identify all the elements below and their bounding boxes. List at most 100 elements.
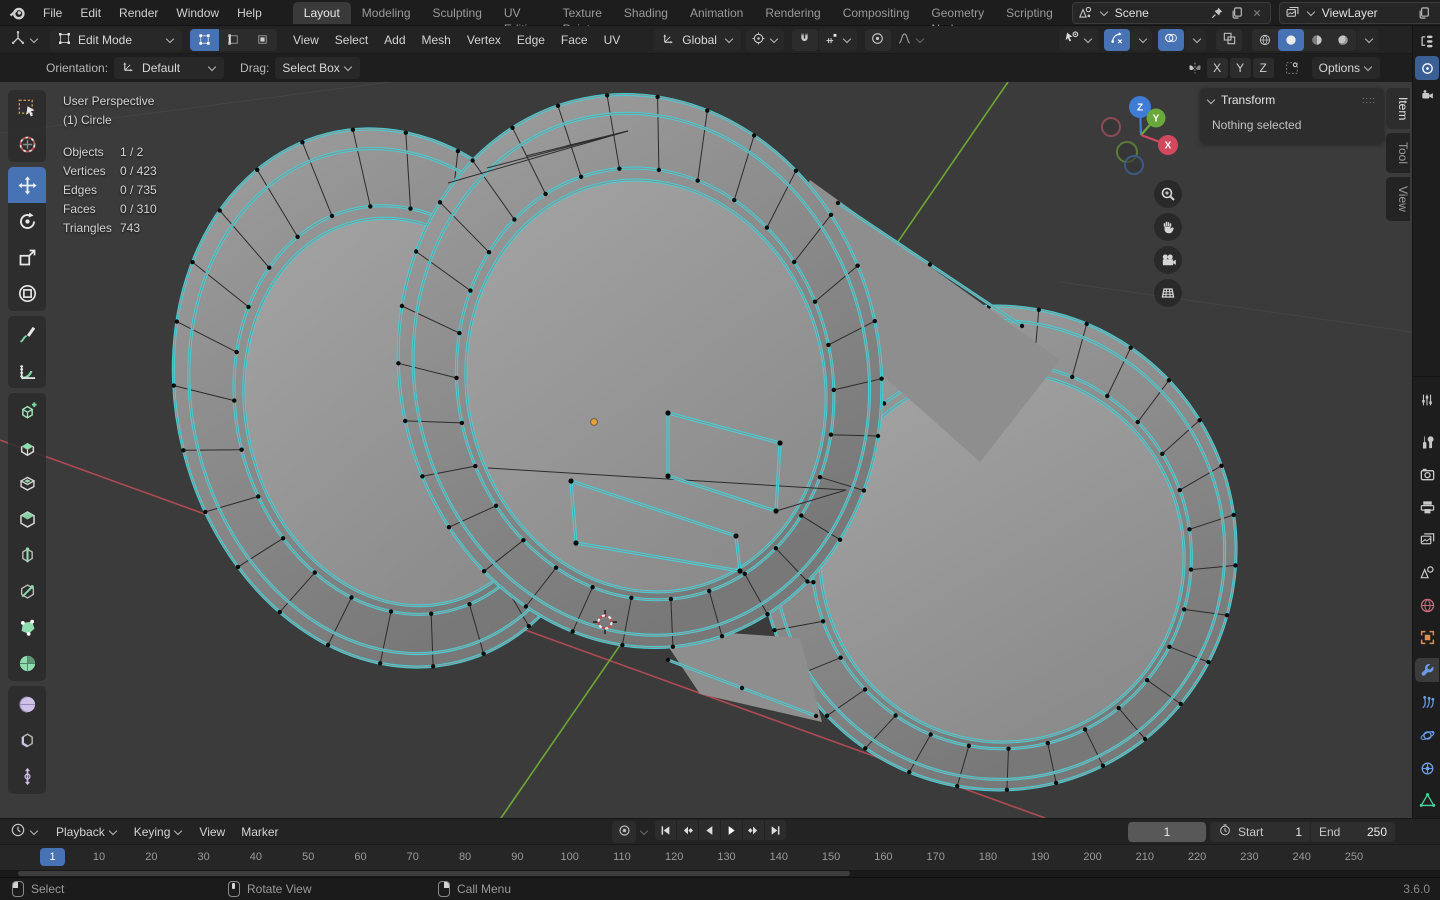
workspace-tab-compositing[interactable]: Compositing xyxy=(832,2,921,24)
properties-editor-button[interactable] xyxy=(1415,388,1439,412)
pivot-dropdown[interactable] xyxy=(745,28,784,51)
tool-move[interactable] xyxy=(8,167,46,203)
snap-with-dropdown[interactable] xyxy=(818,28,857,51)
camera-view-button[interactable] xyxy=(1154,246,1182,274)
tool-measure[interactable] xyxy=(8,352,46,388)
drag-dropdown[interactable]: Select Box xyxy=(275,57,360,79)
workspace-tab-geometry-nodes[interactable]: Geometry Nodes xyxy=(920,2,995,36)
snap-toggle[interactable] xyxy=(791,28,818,51)
face-select-button[interactable] xyxy=(248,28,277,51)
scene-selector[interactable]: Scene xyxy=(1071,1,1271,24)
tool-shrink-fatten[interactable] xyxy=(8,758,46,794)
panel-title[interactable]: Transform xyxy=(1221,93,1275,107)
mesh-canvas[interactable] xyxy=(0,82,1412,818)
copy-icon[interactable] xyxy=(1414,4,1434,22)
tool-select-box[interactable] xyxy=(8,90,46,126)
timeline-ruler[interactable]: 1 10 20 30 40 50 60 70 80 90 100 110 120 130 140 150 16… xyxy=(0,844,1440,870)
viewport-menu-view[interactable]: View xyxy=(285,30,327,50)
timeline-menu-playback[interactable]: Playback xyxy=(48,822,126,842)
pan-hand-button[interactable] xyxy=(1154,213,1182,241)
workspace-tab-texture-paint[interactable]: Texture Paint xyxy=(552,2,613,36)
jump-to-end-button[interactable] xyxy=(765,820,786,840)
tool-inset-faces[interactable] xyxy=(8,465,46,501)
vertex-select-button[interactable] xyxy=(190,28,219,51)
tool-scale[interactable] xyxy=(8,239,46,275)
panel-grip[interactable]: :::: xyxy=(1362,95,1376,105)
scene-name[interactable]: Scene xyxy=(1109,6,1207,20)
options-dropdown[interactable]: Options xyxy=(1311,57,1380,79)
mirror-icon[interactable] xyxy=(1185,59,1205,77)
menu-render[interactable]: Render xyxy=(110,3,167,23)
zoom-button[interactable] xyxy=(1154,180,1182,208)
tool-knife[interactable] xyxy=(8,573,46,609)
gizmos-dropdown[interactable] xyxy=(1131,28,1152,51)
sidebar-tab-view[interactable]: View xyxy=(1386,177,1410,222)
tool-annotate[interactable] xyxy=(8,316,46,352)
overlays-dropdown[interactable] xyxy=(1185,28,1206,51)
tool-extrude[interactable] xyxy=(8,429,46,465)
orientation-dropdown[interactable]: Global xyxy=(654,28,741,51)
viewlayer-name[interactable]: ViewLayer xyxy=(1316,6,1414,20)
menu-window[interactable]: Window xyxy=(167,3,228,23)
overlays-toggle[interactable] xyxy=(1158,28,1184,51)
properties-tab-physics[interactable] xyxy=(1415,723,1439,747)
tool-smooth[interactable] xyxy=(8,686,46,722)
play-reverse-button[interactable] xyxy=(699,820,720,840)
current-frame-badge[interactable]: 1 xyxy=(40,848,65,866)
viewport-menu-uv[interactable]: UV xyxy=(596,30,629,50)
timeline-menu-view[interactable]: View xyxy=(191,822,233,842)
tool-transform[interactable] xyxy=(8,275,46,311)
viewport-menu-add[interactable]: Add xyxy=(376,30,413,50)
jump-to-start-button[interactable] xyxy=(655,820,676,840)
proportional-editing-toggle[interactable] xyxy=(864,28,891,51)
mirror-axis-x[interactable]: X xyxy=(1206,58,1228,78)
workspace-tab-layout[interactable]: Layout xyxy=(292,1,351,24)
properties-tab-output[interactable] xyxy=(1415,495,1439,519)
properties-tab-tool[interactable] xyxy=(1415,430,1439,454)
viewport-menu-vertex[interactable]: Vertex xyxy=(459,30,509,50)
shading-dropdown[interactable] xyxy=(1357,28,1378,51)
falloff-dropdown[interactable] xyxy=(892,29,930,51)
scene-icon[interactable] xyxy=(1076,4,1096,22)
grid-view-button[interactable] xyxy=(1154,279,1182,307)
next-keyframe-button[interactable] xyxy=(743,820,764,840)
tool-cursor[interactable] xyxy=(8,126,46,162)
properties-tab-object[interactable] xyxy=(1415,626,1439,650)
menu-file[interactable]: File xyxy=(34,3,71,23)
viewlayer-icon[interactable] xyxy=(1283,4,1303,22)
menu-edit[interactable]: Edit xyxy=(71,3,110,23)
shading-rendered-button[interactable] xyxy=(1330,29,1356,51)
workspace-tab-scripting[interactable]: Scripting xyxy=(995,2,1064,24)
tool-poly-build[interactable] xyxy=(8,609,46,645)
viewport-menu-select[interactable]: Select xyxy=(327,30,376,50)
mirror-axis-y[interactable]: Y xyxy=(1229,58,1251,78)
sidebar-tab-item[interactable]: Item xyxy=(1386,88,1410,130)
auto-keying-toggle[interactable] xyxy=(612,820,636,843)
menu-help[interactable]: Help xyxy=(228,3,271,23)
tool-spin[interactable] xyxy=(8,645,46,681)
shading-solid-button[interactable] xyxy=(1278,28,1304,51)
tool-add-cube[interactable] xyxy=(8,393,46,429)
outliner-editor-button[interactable] xyxy=(1415,30,1439,54)
viewport-menu-face[interactable]: Face xyxy=(553,30,596,50)
workspace-tab-uv-editing[interactable]: UV Editing xyxy=(493,2,552,36)
mirror-axis-z[interactable]: Z xyxy=(1252,58,1274,78)
close-icon[interactable] xyxy=(1247,4,1267,22)
orientation-setting-dropdown[interactable]: Default xyxy=(114,57,225,79)
timeline-menu-keying[interactable]: Keying xyxy=(126,822,192,842)
navigation-gizmo[interactable]: ZY X xyxy=(1086,94,1186,180)
tool-rotate[interactable] xyxy=(8,203,46,239)
pin-icon[interactable] xyxy=(1207,4,1227,22)
viewport-menu-mesh[interactable]: Mesh xyxy=(414,30,459,50)
workspace-tab-sculpting[interactable]: Sculpting xyxy=(422,2,493,24)
close-icon[interactable] xyxy=(1434,4,1440,22)
gizmos-toggle[interactable] xyxy=(1104,28,1130,51)
workspace-tab-rendering[interactable]: Rendering xyxy=(754,2,831,24)
viewport-3d[interactable]: User Perspective (1) Circle Objects 1 / 2… xyxy=(0,82,1412,818)
copy-icon[interactable] xyxy=(1227,4,1247,22)
viewport-menu-edge[interactable]: Edge xyxy=(509,30,553,50)
shading-material-preview-button[interactable] xyxy=(1304,29,1330,51)
timeline-menu-marker[interactable]: Marker xyxy=(233,822,286,842)
outliner-row-circle-object[interactable] xyxy=(1415,56,1439,80)
shading-wireframe-button[interactable] xyxy=(1252,29,1278,51)
